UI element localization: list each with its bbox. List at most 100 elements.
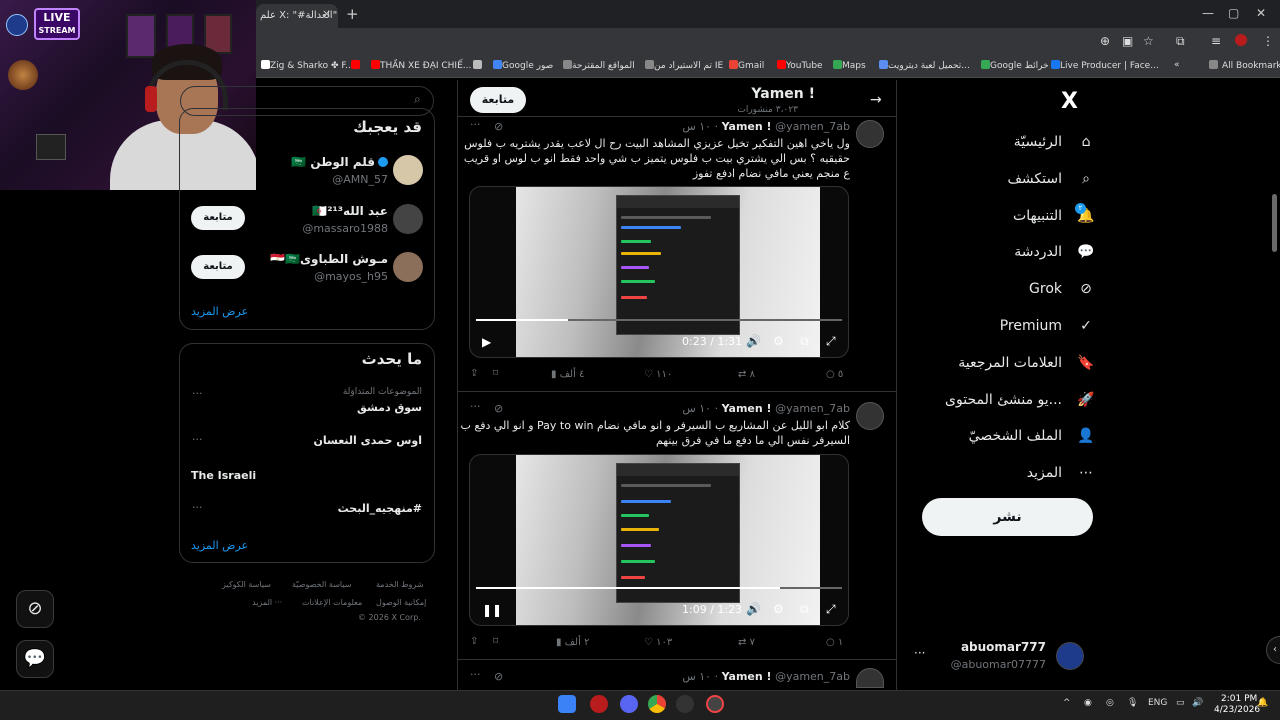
discord-icon[interactable] (620, 695, 638, 713)
side-panel-toggle-icon[interactable]: ‹ (1266, 636, 1280, 664)
post-author-name[interactable]: Yamen ! (722, 120, 772, 133)
play-icon[interactable]: ▶ (482, 335, 491, 349)
volume-icon[interactable]: 🔊 (746, 602, 761, 616)
footer-link[interactable]: سياسة الكوكيز (222, 580, 271, 589)
volume-icon[interactable]: 🔊 (746, 334, 761, 348)
bookmark-icon[interactable]: ⌑ (493, 636, 498, 647)
user-avatar[interactable] (393, 252, 423, 282)
bookmark-item[interactable]: تحميل لعبة ديترويت... (876, 60, 970, 71)
mic-icon[interactable]: 🎙 (1127, 698, 1138, 708)
nav-item-profile[interactable]: 👤 الملف الشخصيّ (969, 421, 1096, 451)
network-icon[interactable]: ▭ (1176, 698, 1185, 708)
repost-action[interactable]: ⇄ ٧ (738, 637, 755, 648)
popout-icon[interactable]: ⧉ (800, 334, 809, 349)
notification-bell-icon[interactable]: 🔔 (1257, 698, 1268, 708)
chat-float-icon[interactable]: 💬 (16, 640, 54, 678)
footer-link[interactable]: إمكانية الوصول (376, 598, 426, 607)
fullscreen-icon[interactable]: ⤢ (826, 602, 836, 617)
footer-link[interactable]: معلومات الإعلانات (302, 598, 362, 607)
bookmark-item[interactable]: Zig & Sharko ✤ F... (258, 60, 354, 71)
post-time[interactable]: ١٠ س (682, 120, 711, 133)
reply-action[interactable]: ○ ١ (826, 637, 843, 648)
views-action[interactable]: ▮ ٤ ألف (551, 369, 584, 380)
post-avatar[interactable] (856, 402, 884, 430)
post-avatar[interactable] (856, 120, 884, 148)
language-indicator[interactable]: ENG (1148, 698, 1167, 708)
like-action[interactable]: ♡ ١٠٣ (644, 637, 672, 648)
tray-chevron-icon[interactable]: ^ (1063, 698, 1071, 708)
user-avatar[interactable] (393, 204, 423, 234)
trend-more-icon[interactable]: ··· (192, 387, 203, 400)
zoom-icon[interactable]: ⊕ (1100, 34, 1110, 48)
clock-date[interactable]: 4/23/2026 (1214, 705, 1260, 715)
post-time[interactable]: ١٠ س (682, 402, 711, 415)
follow-button[interactable]: متابعة (191, 206, 245, 230)
bookmark-item[interactable]: المواقع المقترحة (560, 60, 635, 71)
close-window-icon[interactable]: ✕ (1256, 6, 1266, 20)
bookmark-item[interactable] (348, 60, 360, 71)
footer-link[interactable]: سياسة الخصوصيّة (292, 580, 351, 589)
user-name[interactable]: عبد الله🇩🇿²¹³ (312, 204, 388, 218)
pause-icon[interactable]: ❚❚ (482, 603, 502, 617)
post-handle[interactable]: @yamen_7ab (775, 402, 850, 415)
post-avatar[interactable] (856, 668, 884, 688)
post-handle[interactable]: @yamen_7ab (775, 670, 850, 683)
nav-item-bookmark[interactable]: 🔖 العلامات المرجعية (958, 348, 1096, 378)
tab-close-icon[interactable]: × (322, 7, 331, 20)
user-avatar[interactable] (393, 155, 423, 185)
more-bookmarks-icon[interactable]: » (1174, 60, 1180, 70)
trend-name[interactable]: اوس حمدى النعسان (314, 434, 423, 447)
new-tab-button[interactable]: + (346, 5, 359, 23)
reading-list-icon[interactable]: ≡ (1211, 34, 1221, 48)
obs-icon[interactable] (706, 695, 724, 713)
footer-link[interactable]: ··· المزيد (252, 598, 282, 607)
nav-item-search[interactable]: ⌕ استكشف (1007, 164, 1096, 194)
like-action[interactable]: ♡ ١١٠ (644, 369, 672, 380)
trend-name[interactable]: The Israeli (191, 469, 256, 482)
bookmark-item[interactable]: Gmail (726, 60, 764, 71)
follow-button[interactable]: متابعة (191, 255, 245, 279)
extensions-icon[interactable]: ⧉ (1176, 34, 1185, 49)
share-icon[interactable]: ⇪ (470, 368, 478, 379)
scrollbar[interactable] (1272, 194, 1277, 252)
user-name[interactable]: مـوش الطباوى🇪🇬🇸🇦 (270, 252, 388, 266)
post-author-name[interactable]: Yamen ! (722, 402, 772, 415)
bookmark-item[interactable]: Live Producer | Face... (1048, 60, 1159, 71)
post-time[interactable]: ١٠ س (682, 670, 711, 683)
nav-item-premium[interactable]: ✓ Premium (1000, 311, 1096, 341)
x-logo[interactable]: X (1061, 89, 1078, 114)
trend-name[interactable]: #منهجيه_البحث (338, 502, 422, 515)
fullscreen-icon[interactable]: ⤢ (826, 334, 836, 349)
reply-action[interactable]: ○ ٥ (826, 369, 843, 380)
video-player[interactable]: ❚❚ 1:09 / 1:23 🔊 ⚙ ⧉ ⤢ (469, 454, 849, 626)
settings-icon[interactable]: ⚙ (773, 334, 784, 348)
user-name[interactable]: قلم الوطن 🇸🇦 (291, 155, 388, 169)
bookmark-item[interactable]: THẦN XE ĐẠI CHIẾ... (368, 60, 471, 71)
nav-item-grok[interactable]: ⊘ Grok (1029, 274, 1096, 304)
bookmark-item[interactable]: YouTube (774, 60, 823, 71)
all-bookmarks[interactable]: All Bookmarks (1206, 60, 1280, 71)
video-player[interactable]: ▶ 0:23 / 1:31 🔊 ⚙ ⧉ ⤢ (469, 186, 849, 358)
nav-item-chat[interactable]: 💬 الدردشة (1014, 237, 1096, 267)
tray-app-icon[interactable]: ◉ (1084, 698, 1092, 708)
app-icon[interactable] (676, 695, 694, 713)
cast-icon[interactable]: ▣ (1122, 34, 1133, 48)
show-more-link[interactable]: عرض المزيد (191, 305, 248, 318)
start-icon[interactable] (558, 695, 576, 713)
app-icon[interactable] (590, 695, 608, 713)
bookmark-item[interactable]: Google صور (490, 60, 553, 71)
star-icon[interactable]: ☆ (1143, 34, 1154, 48)
share-icon[interactable]: ⇪ (470, 636, 478, 647)
trend-more-icon[interactable]: ··· (192, 433, 203, 446)
profile-avatar-icon[interactable] (1235, 34, 1247, 46)
post-more-icon[interactable]: ··· (470, 668, 481, 681)
follow-button[interactable]: متابعة (470, 87, 526, 113)
restore-icon[interactable]: ▢ (1228, 6, 1239, 20)
nav-item-rocket[interactable]: 🚀 ...يو منشئ المحتوى (945, 385, 1096, 415)
trend-name[interactable]: سوق دمشق (357, 401, 422, 414)
bookmark-item[interactable]: Google خرائط (978, 60, 1049, 71)
trend-more-icon[interactable]: ··· (192, 501, 203, 514)
minimize-icon[interactable]: — (1202, 6, 1214, 20)
tray-app-icon[interactable]: ◎ (1106, 698, 1114, 708)
grok-icon[interactable]: ⊘ (494, 402, 503, 415)
